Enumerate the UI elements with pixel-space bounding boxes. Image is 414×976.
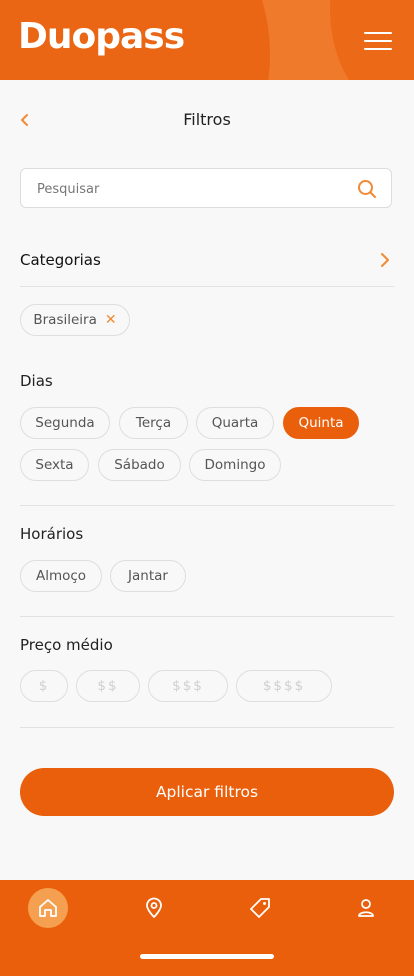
divider xyxy=(20,727,394,728)
home-indicator xyxy=(140,954,274,959)
day-chip-quarta[interactable]: Quarta xyxy=(196,407,274,439)
price-chip-4[interactable]: $$$$ xyxy=(236,670,332,702)
price-chip-1[interactable]: $ xyxy=(20,670,68,702)
divider xyxy=(20,286,394,287)
categories-label: Categorias xyxy=(20,251,101,269)
chevron-right-icon xyxy=(378,252,392,268)
bottom-navigation xyxy=(0,880,414,976)
nav-offers[interactable] xyxy=(240,888,280,928)
nav-home[interactable] xyxy=(28,888,68,928)
search-icon[interactable] xyxy=(357,179,377,199)
app-logo[interactable]: Duopass xyxy=(18,16,185,57)
divider xyxy=(20,616,394,617)
day-chip-segunda[interactable]: Segunda xyxy=(20,407,110,439)
day-chip-domingo[interactable]: Domingo xyxy=(189,449,281,481)
nav-profile[interactable] xyxy=(346,888,386,928)
day-chip-terca[interactable]: Terça xyxy=(119,407,188,439)
time-chip-jantar[interactable]: Jantar xyxy=(110,560,186,592)
day-chip-sabado[interactable]: Sábado xyxy=(98,449,181,481)
chip-label: Brasileira xyxy=(33,312,97,328)
categories-row[interactable]: Categorias xyxy=(20,250,394,274)
apply-filters-button[interactable]: Aplicar filtros xyxy=(20,768,394,816)
day-chip-sexta[interactable]: Sexta xyxy=(20,449,89,481)
price-chip-3[interactable]: $$$ xyxy=(148,670,228,702)
price-title: Preço médio xyxy=(20,636,113,654)
time-chip-almoco[interactable]: Almoço xyxy=(20,560,102,592)
close-icon[interactable]: ✕ xyxy=(105,312,117,328)
menu-icon[interactable] xyxy=(364,28,392,50)
nav-location[interactable] xyxy=(134,888,174,928)
back-chevron-icon[interactable] xyxy=(16,110,36,130)
search-input[interactable] xyxy=(35,169,349,209)
days-title: Dias xyxy=(20,372,53,390)
home-icon xyxy=(39,899,57,917)
day-chip-quinta[interactable]: Quinta xyxy=(283,407,359,439)
app-header: Duopass xyxy=(0,0,414,80)
tag-icon xyxy=(250,898,270,918)
search-box xyxy=(20,168,392,209)
divider xyxy=(20,505,394,506)
page-title: Filtros xyxy=(183,110,231,129)
times-title: Horários xyxy=(20,525,84,543)
user-icon xyxy=(358,899,374,917)
location-pin-icon xyxy=(146,897,162,918)
price-chip-2[interactable]: $$ xyxy=(76,670,140,702)
category-chip-brasileira[interactable]: Brasileira ✕ xyxy=(20,304,130,336)
